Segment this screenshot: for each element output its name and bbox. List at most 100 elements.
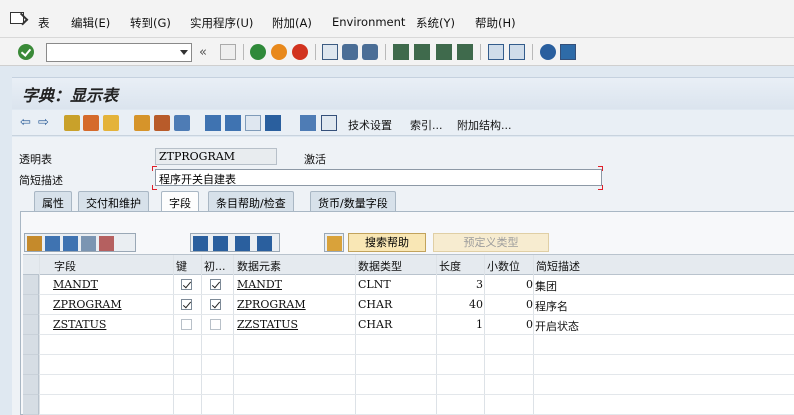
exit-icon[interactable]	[271, 44, 287, 60]
column-header-key[interactable]: 键	[176, 258, 187, 274]
data-element[interactable]: ZZSTATUS	[237, 318, 298, 331]
first-page-icon[interactable]	[393, 44, 409, 60]
layout-monitor-icon[interactable]	[560, 44, 576, 60]
column-header-length[interactable]: 长度	[439, 258, 461, 274]
predefined-type-button[interactable]: 预定义类型	[433, 233, 549, 252]
column-header-field[interactable]: 字段	[54, 258, 76, 274]
short-description[interactable]: 程序名	[535, 298, 568, 314]
delete-row-icon[interactable]	[99, 236, 114, 251]
other-object-icon[interactable]	[83, 115, 99, 131]
menu-goto[interactable]: 转到(G)	[130, 15, 171, 31]
row-selector[interactable]	[23, 355, 39, 375]
new-session-icon[interactable]	[488, 44, 504, 60]
field-name[interactable]: ZPROGRAM	[53, 298, 122, 311]
empty-row[interactable]	[39, 395, 794, 415]
key-checkbox[interactable]	[181, 279, 192, 290]
activate-icon[interactable]	[134, 115, 150, 131]
empty-row[interactable]	[39, 375, 794, 395]
object-list-icon[interactable]	[174, 115, 190, 131]
decimals[interactable]: 0	[489, 318, 533, 331]
initial-values-checkbox[interactable]	[210, 299, 221, 310]
menu-system[interactable]: 系统(Y)	[416, 15, 455, 31]
cancel-icon[interactable]	[292, 44, 308, 60]
command-field[interactable]	[46, 43, 192, 62]
copy-icon[interactable]	[45, 236, 60, 251]
column-header-initial[interactable]: 初...	[204, 258, 226, 274]
empty-row[interactable]	[39, 335, 794, 355]
technical-settings-button[interactable]: 技术设置	[348, 117, 392, 133]
column-header-data-element[interactable]: 数据元素	[237, 258, 281, 274]
tab-delivery-maintenance[interactable]: 交付和维护	[78, 191, 149, 211]
decimals[interactable]: 0	[489, 298, 533, 311]
chevron-down-icon[interactable]	[180, 50, 188, 55]
empty-row[interactable]	[39, 355, 794, 375]
display-change-icon[interactable]	[64, 115, 80, 131]
arrow-right-icon[interactable]: ⇨	[38, 115, 49, 130]
menu-utilities[interactable]: 实用程序(U)	[190, 15, 253, 31]
paste-icon[interactable]	[63, 236, 78, 251]
back-icon[interactable]	[250, 44, 266, 60]
column-header-data-type[interactable]: 数据类型	[358, 258, 402, 274]
short-description-field[interactable]: 程序开关自建表	[155, 169, 602, 186]
details-icon[interactable]	[235, 236, 250, 251]
data-type[interactable]: CLNT	[358, 278, 391, 291]
column-header-short-description[interactable]: 简短描述	[536, 258, 580, 274]
indexes-button[interactable]: 索引...	[410, 117, 443, 133]
enter-check-icon[interactable]	[18, 44, 34, 60]
decimals[interactable]: 0	[489, 278, 533, 291]
row-selector[interactable]	[23, 295, 39, 315]
insert-row-icon[interactable]	[81, 236, 96, 251]
append-structure-button[interactable]: 附加结构...	[457, 117, 512, 133]
details-icon[interactable]	[213, 236, 228, 251]
menu-edit[interactable]: 编辑(E)	[71, 15, 110, 31]
sort-icon[interactable]	[257, 236, 272, 251]
next-page-icon[interactable]	[436, 44, 452, 60]
field-name[interactable]: MANDT	[53, 278, 98, 291]
find-next-icon[interactable]	[362, 44, 378, 60]
data-element[interactable]: MANDT	[237, 278, 282, 291]
initial-values-checkbox[interactable]	[210, 319, 221, 330]
filter-icon[interactable]	[193, 236, 208, 251]
short-description[interactable]: 开启状态	[535, 318, 579, 334]
check-icon[interactable]	[103, 115, 119, 131]
length[interactable]: 40	[439, 298, 483, 311]
last-page-icon[interactable]	[457, 44, 473, 60]
tab-currency-quantity[interactable]: 货币/数量字段	[310, 191, 396, 211]
column-header-decimals[interactable]: 小数位	[487, 258, 520, 274]
search-help-button[interactable]: 搜索帮助	[348, 233, 426, 252]
length[interactable]: 1	[439, 318, 483, 331]
tab-attributes[interactable]: 属性	[34, 191, 72, 211]
shortcut-icon[interactable]	[509, 44, 525, 60]
tab-entry-help[interactable]: 条目帮助/检查	[208, 191, 294, 211]
menu-table[interactable]: 表	[38, 15, 50, 31]
save-icon[interactable]	[220, 44, 236, 60]
grid-icon[interactable]	[321, 115, 337, 131]
contents-icon[interactable]	[245, 115, 261, 131]
cut-icon[interactable]	[27, 236, 42, 251]
sap-menu-icon[interactable]	[10, 12, 24, 24]
hierarchy-icon[interactable]	[205, 115, 221, 131]
row-selector[interactable]	[23, 375, 39, 395]
table-name-field[interactable]: ZTPROGRAM	[155, 148, 277, 165]
previous-page-icon[interactable]	[414, 44, 430, 60]
arrow-left-icon[interactable]: ⇦	[20, 115, 31, 130]
tab-fields[interactable]: 字段	[161, 191, 199, 212]
data-type[interactable]: CHAR	[358, 318, 392, 331]
collapse-icon[interactable]: «	[199, 45, 207, 60]
row-selector[interactable]	[23, 335, 39, 355]
row-selector[interactable]	[23, 275, 39, 295]
key-checkbox[interactable]	[181, 319, 192, 330]
menu-environment[interactable]: Environment	[332, 15, 405, 29]
menu-help[interactable]: 帮助(H)	[475, 15, 516, 31]
row-selector[interactable]	[23, 395, 39, 415]
print-icon[interactable]	[322, 44, 338, 60]
initial-values-checkbox[interactable]	[210, 279, 221, 290]
row-selector[interactable]	[23, 315, 39, 335]
where-used-icon[interactable]	[154, 115, 170, 131]
table-icon[interactable]	[225, 115, 241, 131]
menu-extras[interactable]: 附加(A)	[272, 15, 312, 31]
short-description[interactable]: 集团	[535, 278, 557, 294]
info-icon[interactable]	[265, 115, 281, 131]
data-element[interactable]: ZPROGRAM	[237, 298, 306, 311]
structure-icon[interactable]	[300, 115, 316, 131]
